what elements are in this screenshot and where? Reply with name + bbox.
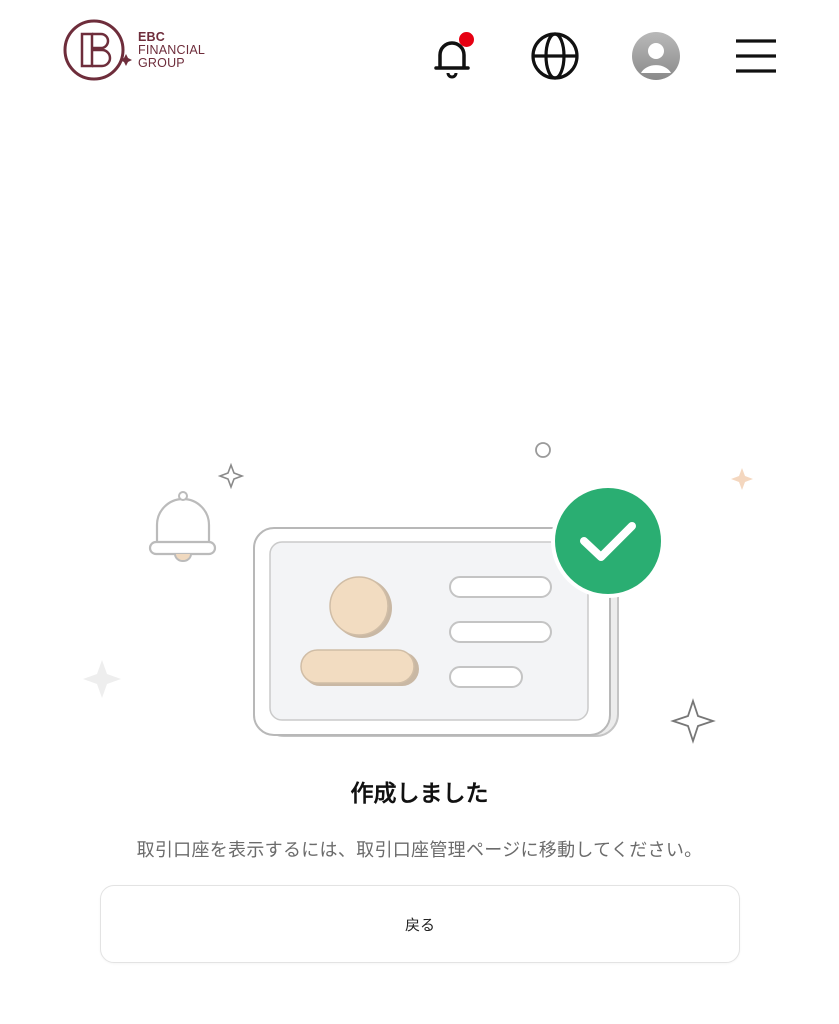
bell-illustration-icon bbox=[148, 491, 217, 562]
logo-line-2: FINANCIAL bbox=[138, 42, 206, 57]
success-check-icon bbox=[551, 484, 665, 598]
sparkle-icon bbox=[731, 468, 753, 490]
language-button[interactable] bbox=[529, 30, 581, 82]
globe-icon bbox=[531, 32, 579, 80]
sparkle-icon bbox=[670, 698, 716, 744]
user-avatar-icon bbox=[632, 32, 680, 80]
account-button[interactable] bbox=[630, 30, 682, 82]
ebc-logo-mark-icon bbox=[63, 19, 132, 81]
notification-dot bbox=[459, 32, 474, 47]
hamburger-menu-icon bbox=[736, 39, 776, 73]
sparkle-icon bbox=[217, 462, 245, 490]
account-created-illustration bbox=[83, 442, 753, 744]
top-header: EBC FINANCIAL GROUP bbox=[0, 0, 839, 100]
small-circle-decoration bbox=[535, 442, 551, 458]
sparkle-icon bbox=[83, 660, 121, 698]
logo-line-1: EBC bbox=[138, 29, 165, 44]
menu-button[interactable] bbox=[730, 30, 782, 82]
ebc-logo[interactable]: EBC FINANCIAL GROUP bbox=[62, 14, 242, 86]
logo-line-3: GROUP bbox=[138, 55, 185, 70]
back-button[interactable]: 戻る bbox=[100, 885, 740, 963]
success-message: 取引口座を表示するには、取引口座管理ページに移動してください。 bbox=[136, 840, 703, 861]
success-title: 作成しました bbox=[350, 781, 489, 807]
notifications-button[interactable] bbox=[426, 30, 478, 82]
logo-text: EBC FINANCIAL GROUP bbox=[138, 29, 206, 70]
